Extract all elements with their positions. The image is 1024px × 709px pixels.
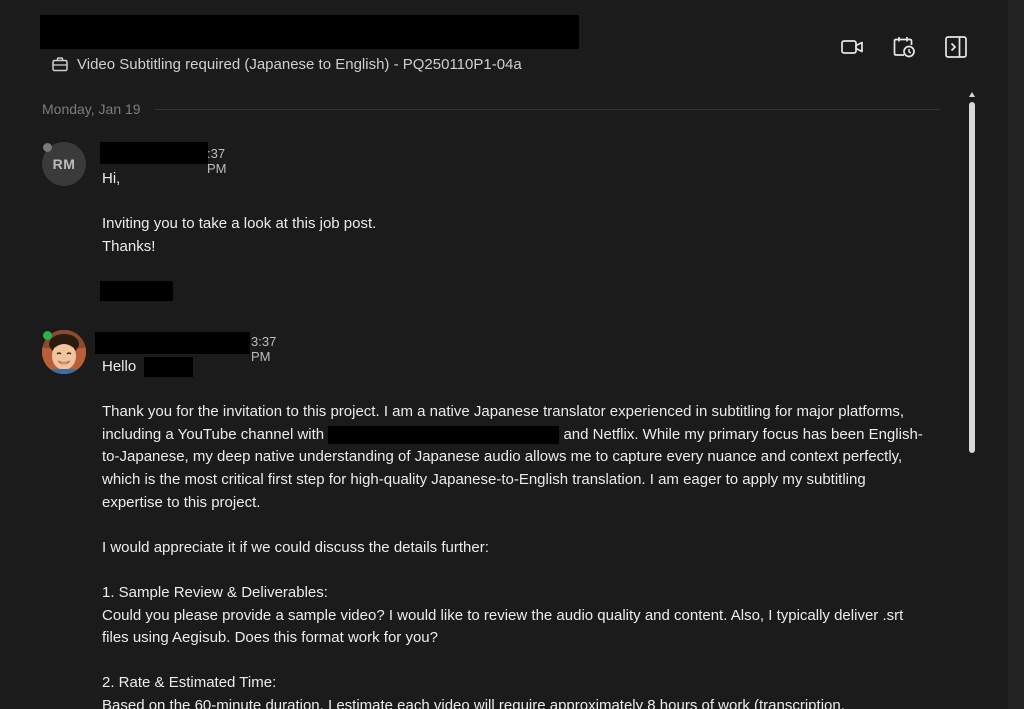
greeting-text: Hello xyxy=(102,358,137,375)
message-line: Hi, xyxy=(102,170,121,187)
status-offline-dot xyxy=(43,143,52,152)
conversation-header: Video Subtitling required (Japanese to E… xyxy=(0,0,1024,92)
status-online-dot xyxy=(43,331,52,340)
messages-app: Video Subtitling required (Japanese to E… xyxy=(0,0,1024,709)
message-line: Could you please provide a sample video?… xyxy=(102,606,904,624)
message-line: Thanks! xyxy=(102,237,156,255)
job-title[interactable]: Video Subtitling required (Japanese to E… xyxy=(77,56,522,73)
message-line: expertise to this project. xyxy=(102,493,261,511)
message-line: Thank you for the invitation to this pro… xyxy=(102,403,905,421)
redacted-signature xyxy=(100,281,173,301)
date-label: Monday, Jan 19 xyxy=(42,101,141,117)
redacted-recipient-name xyxy=(144,357,194,378)
redacted-sender-name xyxy=(100,142,208,164)
redacted-sender-name xyxy=(95,332,250,354)
scroll-up-arrow-icon[interactable] xyxy=(969,92,975,97)
message-line: Inviting you to take a look at this job … xyxy=(102,215,377,233)
message-body: Hi, Inviting you to take a look at this … xyxy=(102,168,932,258)
message-text: and Netflix. While my primary focus has … xyxy=(563,425,923,443)
message-body: Hello Thank you for the invitation to th… xyxy=(102,356,932,709)
scrollbar-thumb[interactable] xyxy=(969,102,975,453)
message-line: including a YouTube channel with and Net… xyxy=(102,424,932,447)
message-line: Hello xyxy=(102,356,932,379)
message-line: files using Aegisub. Does this format wo… xyxy=(102,629,438,647)
redacted-channel-info xyxy=(328,425,560,444)
message-line: 1. Sample Review & Deliverables: xyxy=(102,583,328,601)
message-line: I would appreciate it if we could discus… xyxy=(102,538,489,556)
message-line: which is the most critical first step fo… xyxy=(102,470,866,488)
message-line: to-Japanese, my deep native understandin… xyxy=(102,448,903,466)
schedule-calendar-icon[interactable] xyxy=(892,35,916,59)
message-text: including a YouTube channel with xyxy=(102,425,325,443)
video-call-icon[interactable] xyxy=(840,35,864,59)
scrollbar[interactable] xyxy=(966,92,978,709)
message-line: Based on the 60-minute duration, I estim… xyxy=(102,696,845,709)
divider-line xyxy=(154,108,940,110)
briefcase-icon xyxy=(52,57,68,72)
right-panel-edge xyxy=(1008,0,1024,709)
redacted-contact-name xyxy=(40,15,579,49)
message-line: 2. Rate & Estimated Time: xyxy=(102,674,277,692)
toggle-sidebar-icon[interactable] xyxy=(944,35,968,59)
date-divider: Monday, Jan 19 xyxy=(42,101,940,117)
avatar-initials: RM xyxy=(52,156,76,172)
job-link[interactable]: Video Subtitling required (Japanese to E… xyxy=(52,56,522,73)
